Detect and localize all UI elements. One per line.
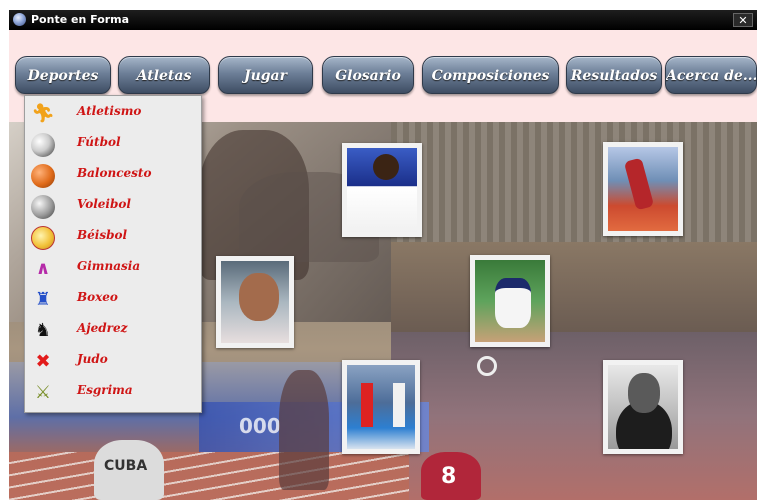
athlete-image [221,261,289,343]
dropdown-item-label: Boxeo [77,290,118,304]
dropdown-item-judo[interactable]: ✖ Judo [25,346,201,377]
portrait-image [608,365,678,449]
basketball-icon [31,164,55,188]
banner-text: 000 [239,414,281,438]
gymnast-icon: ∧ [35,258,51,279]
menu-atletas[interactable]: Atletas [118,56,210,94]
dropdown-item-gimnasia[interactable]: ∧ Gimnasia [25,253,201,284]
track-lanes [9,452,409,500]
dropdown-item-ajedrez[interactable]: ♞ Ajedrez [25,315,201,346]
soccer-ball-icon [31,133,55,157]
window-titlebar: Ponte en Forma ✕ [9,10,757,30]
photo-baseball[interactable] [470,255,550,347]
dropdown-item-label: Voleibol [77,197,131,211]
dropdown-item-label: Ajedrez [77,321,128,335]
dropdown-item-label: Fútbol [77,135,121,149]
menu-resultados[interactable]: Resultados [566,56,662,94]
photo-boxing[interactable] [342,360,420,454]
dropdown-item-esgrima[interactable]: ⚔ Esgrima [25,377,201,408]
menu-glosario[interactable]: Glosario [322,56,414,94]
player-eight: 8 [421,452,481,500]
karate-image [347,148,417,232]
dropdown-item-label: Atletismo [77,104,142,118]
photo-basketball-dunk[interactable] [603,142,683,236]
window-title: Ponte en Forma [31,13,130,26]
photo-historic-portrait[interactable] [603,360,683,454]
stadium-photo [391,122,757,242]
dropdown-item-label: Esgrima [77,383,133,397]
deportes-dropdown: 🏃︎ Atletismo Fútbol Baloncesto Voleibol … [24,95,202,413]
app-window: 000 CUBA 8 Deportes Atletas Jugar Glosar… [9,30,757,500]
runner-icon: 🏃︎ [31,103,55,124]
photo-karate[interactable] [342,143,422,237]
dropdown-item-baloncesto[interactable]: Baloncesto [25,160,201,191]
dropdown-item-boxeo[interactable]: ♜ Boxeo [25,284,201,315]
main-menu: Deportes Atletas Jugar Glosario Composic… [9,56,757,98]
close-button[interactable]: ✕ [733,13,753,27]
dropdown-item-voleibol[interactable]: Voleibol [25,191,201,222]
dropdown-item-beisbol[interactable]: Béisbol [25,222,201,253]
gymnastics-photo [391,242,757,332]
menu-jugar[interactable]: Jugar [218,56,313,94]
volleyball-ball [477,356,497,376]
dropdown-item-label: Gimnasia [77,259,141,273]
baseball-icon [31,226,55,250]
fencing-swords-icon: ⚔ [34,382,52,403]
menu-composiciones[interactable]: Composiciones [422,56,559,94]
dropdown-item-label: Judo [77,352,108,366]
dropdown-item-label: Béisbol [77,228,128,242]
menu-acerca-de[interactable]: Acerca de... [665,56,757,94]
boxer-icon: ♜ [34,289,52,310]
dropdown-item-label: Baloncesto [77,166,152,180]
boxing-image [347,365,415,449]
cuba-shirt: CUBA [94,440,164,500]
volleyball-icon [31,195,55,219]
runner-silhouette [279,370,329,490]
dropdown-item-atletismo[interactable]: 🏃︎ Atletismo [25,98,201,129]
dunk-image [608,147,678,231]
photo-athlete-portrait[interactable] [216,256,294,348]
dropdown-item-futbol[interactable]: Fútbol [25,129,201,160]
app-icon [13,13,26,26]
baseball-image [475,260,545,342]
chess-knight-icon: ♞ [34,320,52,341]
shirt-text: CUBA [104,458,148,474]
judo-icon: ✖ [35,351,51,372]
jersey-number: 8 [441,464,457,489]
menu-deportes[interactable]: Deportes [15,56,111,94]
